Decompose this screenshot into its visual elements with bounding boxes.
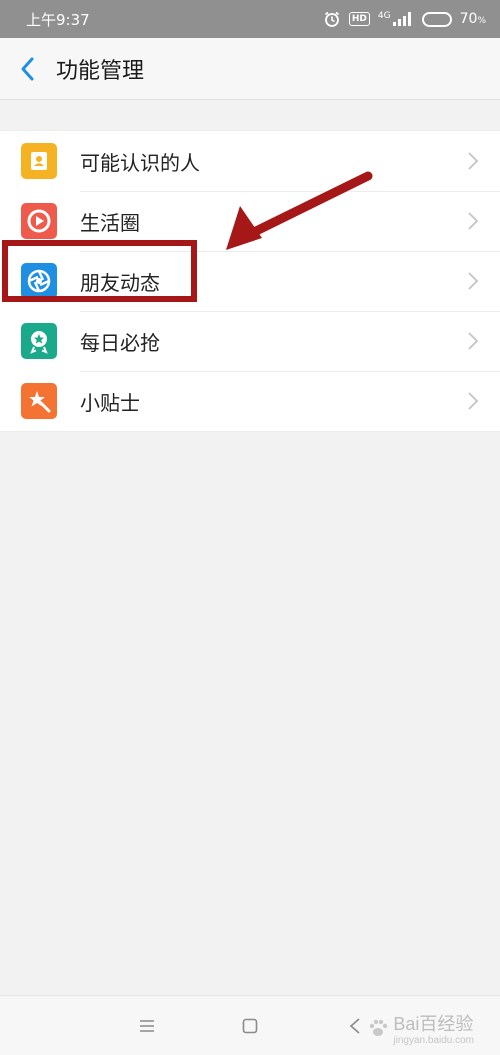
battery-percent: 70% xyxy=(460,11,486,27)
chevron-right-icon xyxy=(458,331,488,351)
watermark-sub: jingyan.baidu.com xyxy=(393,1035,474,1046)
list-item-life-circle[interactable]: 生活圈 xyxy=(0,191,500,251)
list-item-friend-feed[interactable]: 朋友动态 xyxy=(0,251,500,311)
back-button[interactable] xyxy=(0,38,56,100)
aperture-icon xyxy=(21,263,57,299)
chevron-right-icon xyxy=(458,391,488,411)
status-icons: HD 4G 70% xyxy=(323,10,486,28)
contacts-book-icon xyxy=(21,143,57,179)
list-item-label: 生活圈 xyxy=(80,210,140,235)
battery-value: 70 xyxy=(459,11,478,27)
baidu-watermark: Bai百经验 jingyan.baidu.com xyxy=(367,1010,474,1046)
alarm-icon xyxy=(323,10,341,28)
feature-list: 可能认识的人 生活圈 朋友动态 每日必抢 小贴士 xyxy=(0,130,500,432)
chevron-right-icon xyxy=(458,211,488,231)
status-bar: 上午9:37 HD 4G 70% xyxy=(0,0,500,38)
chevron-right-icon xyxy=(458,151,488,171)
list-item-tips[interactable]: 小贴士 xyxy=(0,371,500,431)
chevron-right-icon xyxy=(458,271,488,291)
status-time: 上午9:37 xyxy=(26,10,90,29)
signal-icon: 4G xyxy=(378,11,414,27)
watermark-text: Bai百经验 xyxy=(393,1014,474,1034)
home-button[interactable] xyxy=(220,996,280,1055)
chevron-left-icon xyxy=(21,57,34,80)
list-item-label: 小贴士 xyxy=(80,390,140,415)
page-title: 功能管理 xyxy=(56,58,145,84)
battery-unit: % xyxy=(477,16,486,26)
list-item-label: 朋友动态 xyxy=(80,270,160,295)
system-nav-bar: Bai百经验 jingyan.baidu.com xyxy=(0,995,500,1055)
app-header: 功能管理 xyxy=(0,38,500,100)
network-type: 4G xyxy=(377,11,391,21)
list-item-label: 可能认识的人 xyxy=(80,150,200,175)
menu-button[interactable] xyxy=(117,996,177,1055)
paw-icon xyxy=(370,1019,388,1036)
battery-icon xyxy=(421,11,452,27)
list-item-daily-deals[interactable]: 每日必抢 xyxy=(0,311,500,371)
magic-wand-star-icon xyxy=(21,383,57,419)
star-badge-icon xyxy=(21,323,57,359)
hd-icon: HD xyxy=(348,12,370,26)
menu-icon xyxy=(140,1020,154,1032)
play-circle-icon xyxy=(21,203,57,239)
back-triangle-icon xyxy=(349,1018,360,1034)
list-item-label: 每日必抢 xyxy=(80,330,160,355)
home-square-icon xyxy=(242,1018,258,1034)
list-item-people-you-may-know[interactable]: 可能认识的人 xyxy=(0,131,500,191)
